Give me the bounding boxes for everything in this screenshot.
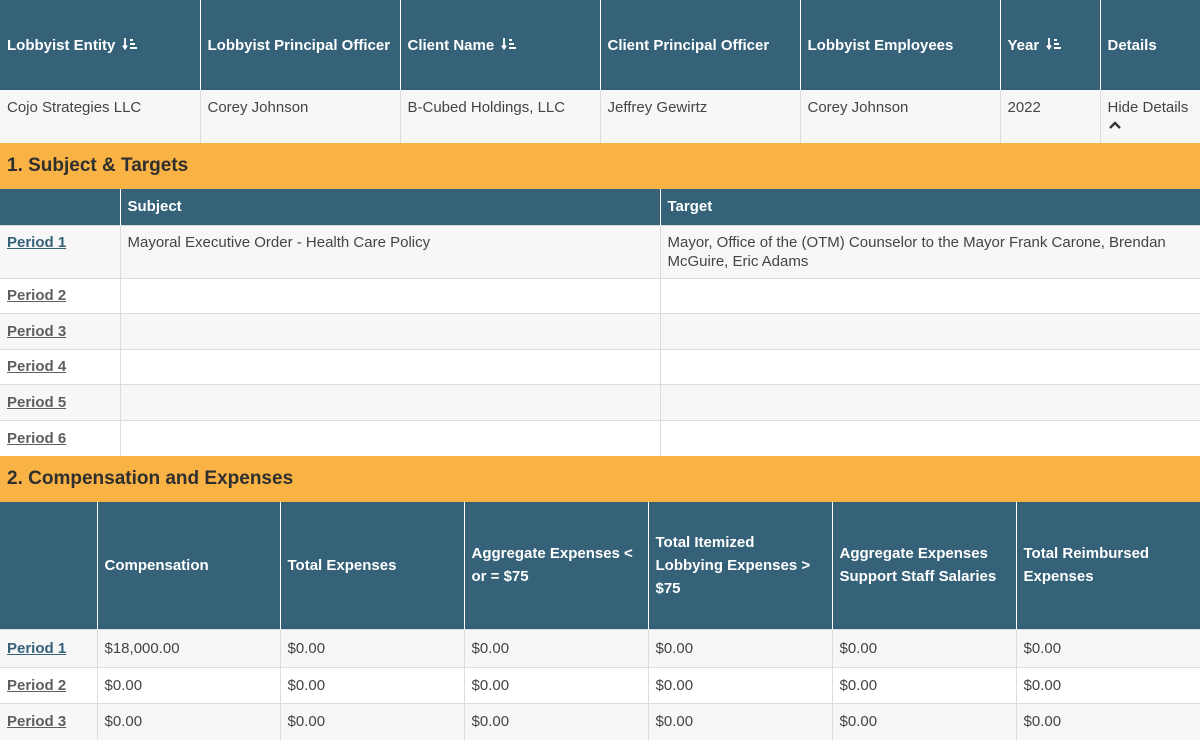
comp-period-cell: Period 1	[0, 629, 97, 668]
subject-period-cell: Period 4	[0, 348, 120, 385]
client-name-header-label: Client Name	[407, 36, 495, 54]
details-toggle[interactable]: Hide Details	[1099, 90, 1200, 143]
subject-cell	[119, 277, 660, 314]
target-cell	[659, 348, 1200, 385]
compensation-header: Compensation	[96, 501, 280, 630]
aggregate-75-cell: $0.00	[463, 703, 648, 740]
total-expenses-header: Total Expenses	[279, 501, 464, 630]
employees-header: Lobbyist Employees	[799, 0, 1000, 90]
subject-row: Period 3	[0, 313, 1200, 349]
client-name-cell: B-Cubed Holdings, LLC	[399, 90, 600, 143]
comp-period-cell: Period 3	[0, 703, 97, 740]
year-header-label: Year	[1007, 36, 1040, 54]
sort-descending-icon[interactable]	[501, 36, 517, 52]
comp-header-row: Compensation Total Expenses Aggregate Ex…	[0, 501, 1200, 630]
compensation-cell: $0.00	[96, 667, 280, 704]
subject-row: Period 4	[0, 348, 1200, 385]
subject-period-cell: Period 1	[0, 224, 120, 278]
subject-cell	[119, 348, 660, 385]
client-principal-officer-cell: Jeffrey Gewirtz	[599, 90, 800, 143]
summary-header-row: Lobbyist Entity Lobbyist Principal Offic…	[0, 0, 1200, 90]
support-staff-header: Aggregate Expenses Support Staff Salarie…	[831, 501, 1016, 630]
subject-cell	[119, 313, 660, 349]
subject-row: Period 2	[0, 277, 1200, 314]
subject-period-cell: Period 2	[0, 277, 120, 314]
details-toggle-label[interactable]: Hide Details	[1108, 99, 1189, 116]
subject-period-cell: Period 5	[0, 384, 120, 420]
principal-officer-header: Lobbyist Principal Officer	[199, 0, 400, 90]
target-cell	[659, 313, 1200, 349]
entity-header-label: Lobbyist Entity	[7, 36, 116, 54]
compensation-cell: $0.00	[96, 703, 280, 740]
client-principal-officer-header: Client Principal Officer	[599, 0, 800, 90]
itemized-cell: $0.00	[647, 703, 832, 740]
compensation-cell: $18,000.00	[96, 629, 280, 668]
subject-targets-table: Subject Target Period 1 Mayoral Executiv…	[0, 189, 1200, 456]
summary-row: Cojo Strategies LLC Corey Johnson B-Cube…	[0, 90, 1200, 143]
comp-period-cell: Period 2	[0, 667, 97, 704]
support-staff-cell: $0.00	[831, 667, 1016, 704]
total-expenses-cell: $0.00	[279, 703, 464, 740]
target-cell	[659, 277, 1200, 314]
reimbursed-cell: $0.00	[1015, 703, 1200, 740]
subject-period-cell: Period 6	[0, 419, 120, 456]
compensation-table: Compensation Total Expenses Aggregate Ex…	[0, 501, 1200, 740]
total-expenses-cell: $0.00	[279, 667, 464, 704]
reimbursed-header: Total Reimbursed Expenses	[1015, 501, 1200, 630]
aggregate-75-cell: $0.00	[463, 629, 648, 668]
comp-row: Period 3 $0.00 $0.00 $0.00 $0.00 $0.00 $…	[0, 703, 1200, 740]
reimbursed-cell: $0.00	[1015, 667, 1200, 704]
target-cell	[659, 384, 1200, 420]
target-cell	[659, 419, 1200, 456]
subject-header-row: Subject Target	[0, 189, 1200, 225]
period-3-link[interactable]: Period 3	[7, 323, 66, 340]
comp-period-1-link[interactable]: Period 1	[7, 640, 66, 657]
year-cell: 2022	[999, 90, 1100, 143]
total-expenses-cell: $0.00	[279, 629, 464, 668]
support-staff-cell: $0.00	[831, 703, 1016, 740]
period-6-link[interactable]: Period 6	[7, 430, 66, 447]
period-1-link[interactable]: Period 1	[7, 234, 66, 251]
support-staff-cell: $0.00	[831, 629, 1016, 668]
principal-officer-cell: Corey Johnson	[199, 90, 400, 143]
subject-cell	[119, 384, 660, 420]
employees-cell: Corey Johnson	[799, 90, 1000, 143]
section-subject-targets: 1. Subject & Targets	[0, 143, 1200, 189]
section-compensation: 2. Compensation and Expenses	[0, 455, 1200, 502]
aggregate-75-cell: $0.00	[463, 667, 648, 704]
entity-header[interactable]: Lobbyist Entity	[0, 0, 200, 90]
itemized-cell: $0.00	[647, 667, 832, 704]
period-5-link[interactable]: Period 5	[7, 394, 66, 411]
subject-period-cell: Period 3	[0, 313, 120, 349]
summary-table: Lobbyist Entity Lobbyist Principal Offic…	[0, 0, 1200, 143]
chevron-up-icon[interactable]	[1108, 120, 1122, 130]
comp-period-header	[0, 501, 97, 630]
sort-descending-icon[interactable]	[122, 36, 138, 52]
subject-row: Period 1 Mayoral Executive Order - Healt…	[0, 224, 1200, 278]
aggregate-75-header: Aggregate Expenses < or = $75	[463, 501, 648, 630]
period-4-link[interactable]: Period 4	[7, 358, 66, 375]
subject-cell	[119, 419, 660, 456]
comp-period-3-link[interactable]: Period 3	[7, 713, 66, 730]
target-header: Target	[659, 189, 1200, 225]
itemized-cell: $0.00	[647, 629, 832, 668]
sort-descending-icon[interactable]	[1046, 36, 1062, 52]
client-name-header[interactable]: Client Name	[399, 0, 600, 90]
subject-header: Subject	[119, 189, 660, 225]
comp-row: Period 1 $18,000.00 $0.00 $0.00 $0.00 $0…	[0, 629, 1200, 668]
details-header: Details	[1099, 0, 1200, 90]
subject-row: Period 5	[0, 384, 1200, 420]
year-header[interactable]: Year	[999, 0, 1100, 90]
comp-row: Period 2 $0.00 $0.00 $0.00 $0.00 $0.00 $…	[0, 667, 1200, 704]
subject-cell: Mayoral Executive Order - Health Care Po…	[119, 224, 660, 278]
period-2-link[interactable]: Period 2	[7, 287, 66, 304]
subject-row: Period 6	[0, 419, 1200, 456]
subject-period-header	[0, 189, 120, 225]
comp-period-2-link[interactable]: Period 2	[7, 677, 66, 694]
itemized-header: Total Itemized Lobbying Expenses > $75	[647, 501, 832, 630]
entity-cell: Cojo Strategies LLC	[7, 99, 142, 116]
target-cell: Mayor, Office of the (OTM) Counselor to …	[659, 224, 1200, 278]
reimbursed-cell: $0.00	[1015, 629, 1200, 668]
